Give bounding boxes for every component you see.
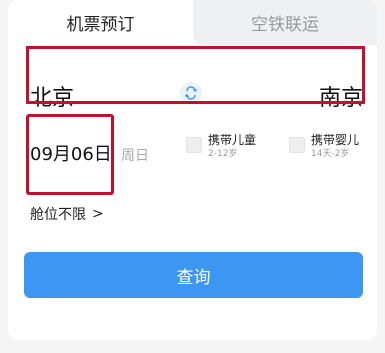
departure-weekday: 周日	[121, 148, 149, 164]
tab-flight-booking-label: 机票预订	[66, 15, 135, 35]
child-age-range: 2-12岁	[208, 149, 238, 159]
arrival-city[interactable]: 南京	[319, 80, 363, 112]
tab-air-rail[interactable]: 空铁联运	[193, 0, 377, 45]
cabin-class-label: 舱位不限	[30, 207, 86, 223]
departure-city[interactable]: 北京	[30, 80, 74, 112]
cabin-class-selector[interactable]: 舱位不限 >	[30, 204, 104, 224]
route-row: 北京 南京	[8, 45, 377, 112]
search-button-label: 查询	[176, 267, 211, 288]
tab-bar: 机票预订 空铁联运	[8, 0, 377, 45]
infant-option[interactable]: 携带婴儿 14天-2岁	[289, 133, 359, 160]
child-checkbox[interactable]	[186, 137, 202, 153]
tab-flight-booking[interactable]: 机票预订	[8, 0, 193, 45]
infant-age-range: 14天-2岁	[311, 149, 350, 159]
child-option-label: 携带儿童	[208, 133, 257, 147]
booking-card: 机票预订 空铁联运 北京 南京 09月06日 周日 携带儿童 2-12岁 携带婴…	[8, 0, 377, 340]
swap-arrows-icon[interactable]	[180, 82, 202, 104]
infant-checkbox[interactable]	[289, 137, 305, 153]
departure-date[interactable]: 09月06日	[30, 140, 112, 166]
search-button[interactable]: 查询	[24, 252, 363, 298]
tab-air-rail-label: 空铁联运	[251, 15, 319, 35]
chevron-right-icon: >	[92, 206, 104, 222]
child-option[interactable]: 携带儿童 2-12岁	[186, 133, 256, 160]
infant-option-label: 携带婴儿	[311, 133, 360, 147]
